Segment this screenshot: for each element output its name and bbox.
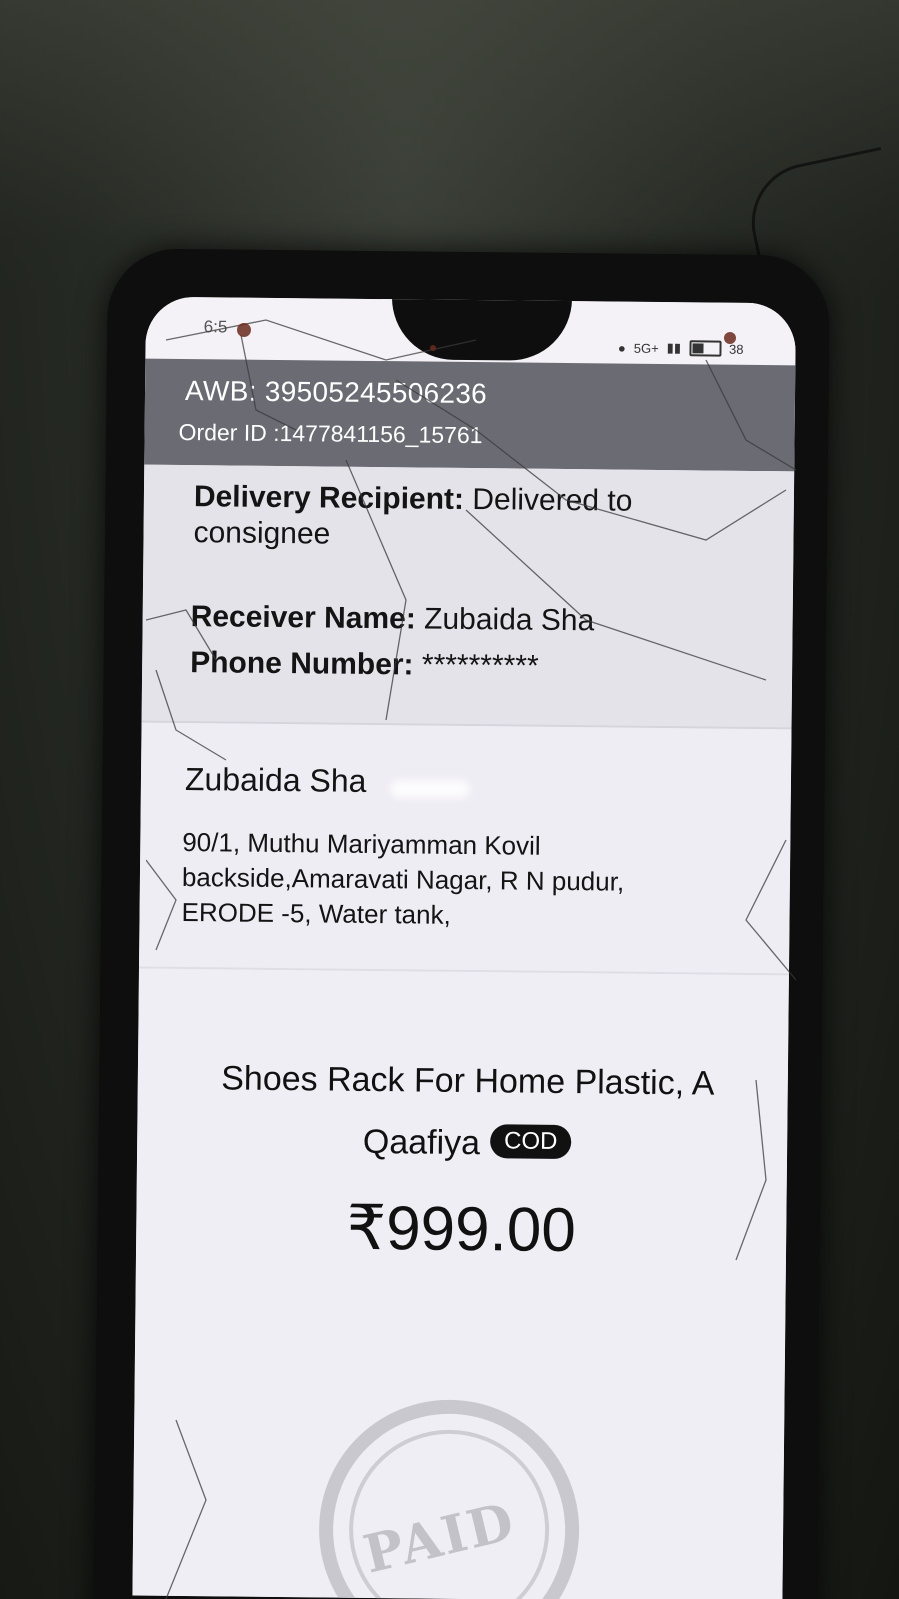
cod-badge: COD <box>489 1124 572 1160</box>
battery-level: 38 <box>728 341 744 357</box>
phone-number-row: Phone Number: ********** <box>190 645 539 685</box>
phone-number-label: Phone Number: <box>190 646 414 682</box>
phone-number-value: ********** <box>413 648 539 683</box>
order-id: Order ID :1477841156_15761 <box>178 418 483 449</box>
receiver-name-value: Zubaida Sha <box>415 602 595 638</box>
address-text: 90/1, Muthu Mariyamman Kovil backside,Am… <box>181 827 625 930</box>
paid-stamp: PAID <box>317 1398 581 1599</box>
signal-bars-icon: ▮▮ <box>666 340 682 356</box>
phone-screen: 6:5 ● 5G+ ▮▮ 38 AWB: 39505245506236 Orde… <box>132 296 796 1599</box>
product-name: Shoes Rack For Home Plastic, A Qaafiya <box>221 1059 715 1163</box>
product-card: Shoes Rack For Home Plastic, A Qaafiya CO… <box>132 968 789 1599</box>
receiver-name-label: Receiver Name: <box>190 600 416 636</box>
delivery-recipient-label: Delivery Recipient: <box>193 480 465 516</box>
battery-icon <box>688 340 722 357</box>
recipient-card: Delivery Recipient: Delivered to consign… <box>141 464 795 730</box>
screen-glare <box>390 780 470 798</box>
delivery-recipient-row: Delivery Recipient: Delivered to consign… <box>193 479 754 557</box>
awb-number: AWB: 39505245506236 <box>184 375 488 410</box>
address-name: Zubaida Sha <box>184 761 367 799</box>
product-title: Shoes Rack For Home Plastic, A Qaafiya CO… <box>177 1047 758 1177</box>
status-icons: ● 5G+ ▮▮ 38 <box>618 340 744 357</box>
network-type: 5G+ <box>633 340 659 356</box>
receiver-name-row: Receiver Name: Zubaida Sha <box>190 599 594 639</box>
address-card: Zubaida Sha 90/1, Muthu Mariyamman Kovil… <box>138 722 792 976</box>
product-price: ₹999.00 <box>346 1193 577 1266</box>
location-pin-icon: ● <box>617 340 626 356</box>
shipment-header: AWB: 39505245506236 Order ID :1477841156… <box>144 358 796 472</box>
photo-background: 6:5 ● 5G+ ▮▮ 38 AWB: 39505245506236 Orde… <box>0 0 899 1599</box>
status-time: 6:5 <box>203 317 228 337</box>
